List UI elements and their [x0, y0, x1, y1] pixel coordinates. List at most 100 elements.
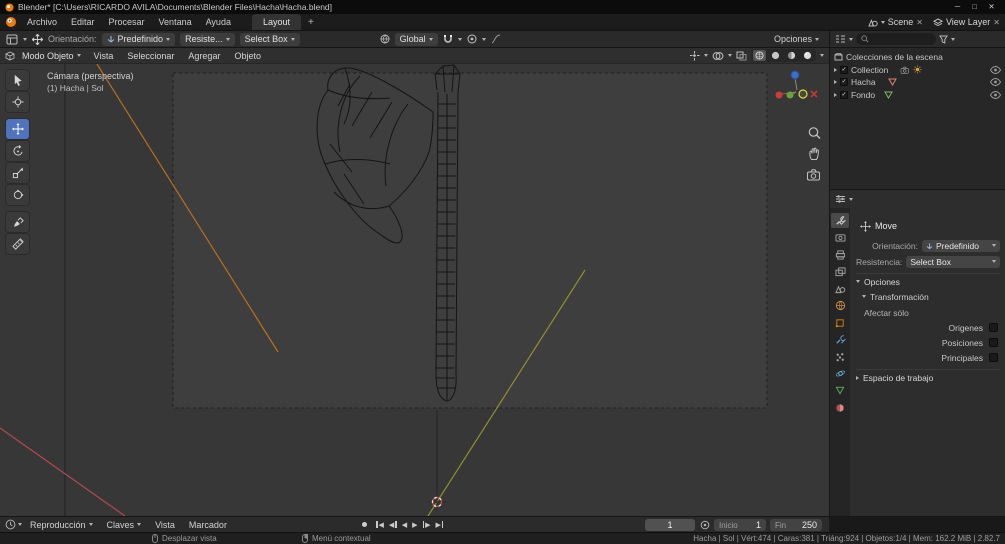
transform-subsection[interactable]: Transformación — [856, 289, 1000, 304]
view-layer-selector[interactable]: View Layer ✕ — [932, 17, 1000, 27]
tool-transform[interactable] — [6, 185, 29, 205]
tab-scene[interactable] — [831, 281, 849, 296]
shading-material-icon[interactable] — [785, 50, 798, 61]
workspace-section[interactable]: Espacio de trabajo — [856, 369, 1000, 385]
menu-ventana[interactable]: Ventana — [152, 17, 199, 27]
scene-unlink-icon[interactable]: ✕ — [916, 18, 923, 27]
close-button[interactable]: ✕ — [983, 0, 1000, 14]
add-workspace-button[interactable]: + — [301, 17, 321, 28]
outliner-row-fondo[interactable]: ✓ Fondo — [830, 89, 1005, 102]
tab-object-data[interactable] — [831, 383, 849, 398]
editor-type-caret-icon[interactable] — [23, 37, 27, 41]
visibility-eye-icon[interactable] — [990, 65, 1001, 74]
origins-checkbox[interactable] — [989, 323, 998, 332]
outliner-editor-icon[interactable] — [835, 34, 846, 44]
show-gizmo-icon[interactable] — [689, 50, 700, 61]
visibility-eye-icon[interactable] — [990, 78, 1001, 87]
timeline-menu-reproduccion[interactable]: Reproducción — [24, 520, 99, 530]
frame-start-field[interactable]: Inicio 1 — [714, 519, 766, 531]
menu-procesar[interactable]: Procesar — [102, 17, 152, 27]
panel-resist-dropdown[interactable]: Select Box — [906, 255, 1000, 268]
pan-hand-icon[interactable] — [807, 146, 822, 161]
viewport-menu-seleccionar[interactable]: Seleccionar — [121, 51, 180, 61]
properties-editor-caret-icon[interactable] — [849, 197, 853, 201]
tab-render[interactable] — [831, 230, 849, 245]
next-keyframe-button[interactable]: ▶ — [422, 521, 430, 529]
tab-object[interactable] — [831, 315, 849, 330]
select-mode-dropdown[interactable]: Select Box — [239, 32, 300, 46]
blender-menu-icon[interactable] — [5, 16, 17, 28]
camera-view-icon[interactable] — [806, 168, 822, 181]
tool-measure[interactable] — [6, 234, 29, 254]
overlays-caret-icon[interactable] — [728, 54, 732, 57]
tab-view-layer[interactable] — [831, 264, 849, 279]
collection-checkbox[interactable]: ✓ — [840, 65, 848, 74]
tab-physics[interactable] — [831, 366, 849, 381]
options-section[interactable]: Opciones — [856, 273, 1000, 289]
tab-material[interactable] — [831, 400, 849, 415]
outliner-scene-collection-row[interactable]: Colecciones de la escena — [830, 51, 1005, 64]
autokey-record-icon[interactable] — [362, 522, 367, 527]
tool-move[interactable] — [6, 119, 29, 139]
expand-caret-icon[interactable] — [834, 67, 837, 72]
outliner-search[interactable] — [856, 33, 936, 45]
search-input[interactable] — [872, 34, 922, 44]
tab-world[interactable] — [831, 298, 849, 313]
menu-archivo[interactable]: Archivo — [20, 17, 64, 27]
tab-output[interactable] — [831, 247, 849, 262]
filter-funnel-icon[interactable] — [939, 35, 948, 44]
zoom-icon[interactable] — [807, 126, 822, 141]
falloff-icon[interactable] — [491, 34, 501, 44]
view-layer-unlink-icon[interactable]: ✕ — [993, 18, 1000, 27]
pivot-dropdown[interactable]: Global — [394, 32, 438, 46]
properties-editor-icon[interactable] — [835, 194, 846, 204]
jump-to-start-button[interactable]: ◀ — [376, 521, 384, 529]
shading-solid-icon[interactable] — [769, 50, 782, 61]
prev-keyframe-button[interactable]: ◀ — [389, 521, 397, 529]
tool-annotate[interactable] — [6, 212, 29, 232]
viewport-3d[interactable]: Modo Objeto Vista Seleccionar Agregar Ob… — [0, 48, 830, 516]
timeline-menu-claves[interactable]: Claves — [101, 520, 148, 530]
viewport-canvas[interactable]: Cámara (perspectiva) (1) Hacha | Sol — [0, 64, 829, 516]
scene-selector[interactable]: Scene ✕ — [867, 17, 923, 27]
show-overlays-icon[interactable] — [712, 51, 724, 61]
navigation-gizmo[interactable] — [767, 68, 827, 108]
snap-magnet-icon[interactable] — [443, 34, 453, 44]
tab-active-tool[interactable] — [831, 213, 849, 228]
maximize-button[interactable]: □ — [966, 0, 983, 14]
minimize-button[interactable]: ─ — [949, 0, 966, 14]
visibility-eye-icon[interactable] — [990, 90, 1001, 99]
timeline-editor-caret-icon[interactable] — [18, 523, 22, 526]
tool-select-box[interactable] — [6, 70, 29, 90]
play-reverse-button[interactable]: ◀ — [402, 521, 407, 529]
keying-set-icon[interactable] — [700, 520, 710, 530]
outliner-row-hacha[interactable]: ✓ Hacha — [830, 76, 1005, 89]
timeline-editor-icon[interactable] — [5, 519, 16, 530]
viewport-menu-agregar[interactable]: Agregar — [182, 51, 226, 61]
menu-ayuda[interactable]: Ayuda — [199, 17, 238, 27]
shading-wireframe-icon[interactable] — [753, 50, 766, 61]
collection-checkbox[interactable]: ✓ — [840, 90, 848, 99]
options-dropdown[interactable]: Opciones — [774, 34, 823, 44]
proportional-edit-icon[interactable] — [467, 34, 477, 44]
tab-modifiers[interactable] — [831, 332, 849, 347]
snap-caret-icon[interactable] — [457, 37, 462, 41]
workspace-tab-layout[interactable]: Layout — [251, 14, 301, 30]
tool-scale[interactable] — [6, 163, 29, 183]
frame-end-field[interactable]: Fin 250 — [770, 519, 822, 531]
proportional-caret-icon[interactable] — [481, 37, 486, 41]
xray-toggle-icon[interactable] — [736, 51, 747, 61]
timeline-menu-marcador[interactable]: Marcador — [183, 520, 233, 530]
orientation-dropdown[interactable]: Predefinido — [101, 32, 176, 46]
outliner-row-collection[interactable]: ✓ Collection — [830, 64, 1005, 77]
filter-caret-icon[interactable] — [951, 37, 955, 41]
current-frame-field[interactable]: 1 — [645, 519, 695, 531]
timeline-menu-vista[interactable]: Vista — [149, 520, 181, 530]
resist-dropdown[interactable]: Resiste... — [180, 32, 235, 46]
outliner-editor-caret-icon[interactable] — [849, 37, 853, 41]
shading-caret-icon[interactable] — [820, 54, 824, 57]
menu-editar[interactable]: Editar — [64, 17, 102, 27]
tab-particles[interactable] — [831, 349, 849, 364]
gizmo-caret-icon[interactable] — [704, 54, 708, 57]
editor-type-icon[interactable] — [6, 34, 18, 45]
